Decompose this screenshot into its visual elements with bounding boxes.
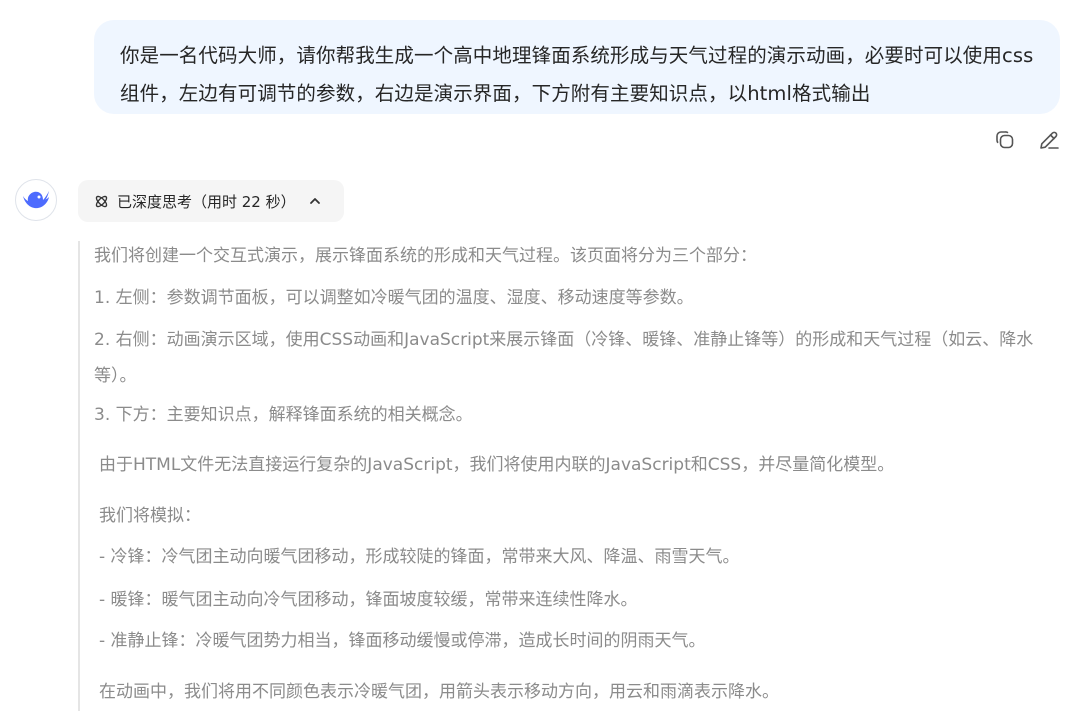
thinking-paragraph: 在动画中，我们将用不同颜色表示冷暖气团，用箭头表示移动方向，用云和雨滴表示降水。 bbox=[99, 682, 779, 702]
thinking-paragraph: 我们将模拟： bbox=[99, 506, 201, 526]
copy-button[interactable] bbox=[992, 127, 1018, 153]
thinking-list-item: 1. 左侧：参数调节面板，可以调整如冷暖气团的温度、湿度、移动速度等参数。 bbox=[94, 288, 694, 308]
edit-button[interactable] bbox=[1036, 127, 1062, 153]
thinking-toggle-button[interactable]: 已深度思考（用时 22 秒） bbox=[78, 180, 344, 222]
thinking-content: 我们将创建一个交互式演示，展示锋面系统的形成和天气过程。该页面将分为三个部分： … bbox=[78, 241, 1058, 711]
atom-icon bbox=[95, 195, 108, 207]
message-actions bbox=[992, 127, 1062, 153]
deepseek-whale-icon bbox=[23, 191, 49, 209]
thinking-list-item: - 暖锋：暖气团主动向冷气团移动，锋面坡度较缓，常带来连续性降水。 bbox=[99, 590, 638, 610]
user-message-text: 你是一名代码大师，请你帮我生成一个高中地理锋面系统形成与天气过程的演示动画，必要… bbox=[120, 44, 1034, 105]
chevron-up-icon bbox=[309, 198, 320, 204]
user-message-bubble: 你是一名代码大师，请你帮我生成一个高中地理锋面系统形成与天气过程的演示动画，必要… bbox=[94, 20, 1060, 114]
assistant-avatar bbox=[15, 179, 57, 221]
thinking-list-item: 2. 右侧：动画演示区域，使用CSS动画和JavaScript来展示锋面（冷锋、… bbox=[94, 330, 1034, 386]
edit-icon bbox=[1040, 131, 1059, 149]
copy-icon bbox=[996, 131, 1014, 149]
thinking-list-item: - 准静止锋：冷暖气团势力相当，锋面移动缓慢或停滞，造成长时间的阴雨天气。 bbox=[99, 631, 706, 651]
thinking-paragraph: 由于HTML文件无法直接运行复杂的JavaScript，我们将使用内联的Java… bbox=[99, 455, 895, 475]
thinking-list-item: 3. 下方：主要知识点，解释锋面系统的相关概念。 bbox=[94, 405, 473, 425]
thinking-label: 已深度思考（用时 22 秒） bbox=[117, 192, 296, 211]
thinking-paragraph: 我们将创建一个交互式演示，展示锋面系统的形成和天气过程。该页面将分为三个部分： bbox=[94, 246, 757, 266]
thinking-list-item: - 冷锋：冷气团主动向暖气团移动，形成较陡的锋面，常带来大风、降温、雨雪天气。 bbox=[99, 547, 740, 567]
